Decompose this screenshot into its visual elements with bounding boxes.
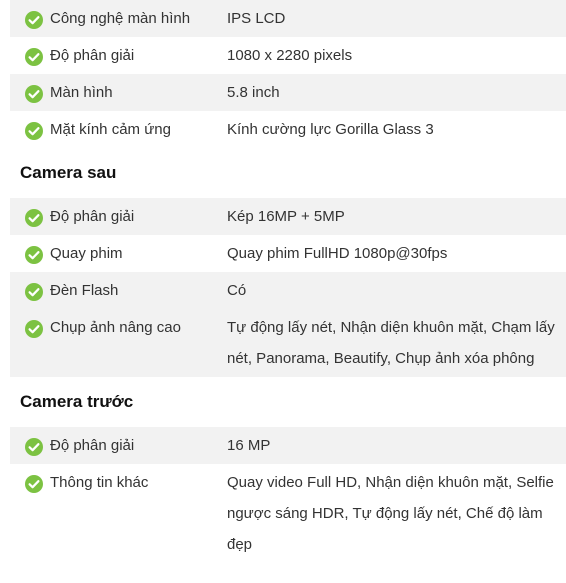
spec-label: Công nghệ màn hình [50,10,191,27]
spec-label: Thông tin khác [50,474,149,491]
check-circle-icon [25,122,43,140]
check-circle-icon [25,209,43,227]
spec-label: Mặt kính cảm ứng [50,121,171,138]
spec-row-flash: Đèn Flash Có [10,272,566,309]
spec-row-front-resolution: Độ phân giải 16 MP [10,427,566,464]
check-circle-icon [25,85,43,103]
front-camera-section: Độ phân giải 16 MP Thông tin khác Quay v… [10,427,566,563]
check-circle-icon [25,246,43,264]
spec-label: Đèn Flash [50,282,119,299]
spec-table: Công nghệ màn hình IPS LCD Độ phân giải … [0,0,566,583]
check-circle-icon [25,283,43,301]
check-circle-icon [25,475,43,493]
spec-label: Chụp ảnh nâng cao [50,319,181,336]
spec-label: Độ phân giải [50,437,135,454]
rear-camera-section: Độ phân giải Kép 16MP + 5MP Quay phim Qu… [10,198,566,377]
spec-value: Kính cường lực Gorilla Glass 3 [227,121,434,138]
check-circle-icon [25,438,43,456]
spec-value: Quay phim FullHD 1080p@30fps [227,245,448,262]
spec-row-rear-resolution: Độ phân giải Kép 16MP + 5MP [10,198,566,235]
display-section: Công nghệ màn hình IPS LCD Độ phân giải … [10,0,566,148]
spec-row-display-resolution: Độ phân giải 1080 x 2280 pixels [10,37,566,74]
spec-value: IPS LCD [227,10,286,27]
spec-row-touch-glass: Mặt kính cảm ứng Kính cường lực Gorilla … [10,111,566,148]
section-heading-front-camera: Camera trước [20,392,134,411]
spec-row-display-technology: Công nghệ màn hình IPS LCD [10,0,566,37]
check-circle-icon [25,48,43,66]
spec-row-screen-size: Màn hình 5.8 inch [10,74,566,111]
spec-row-other-info: Thông tin khác Quay video Full HD, Nhận … [10,464,566,563]
spec-row-advanced-photo: Chụp ảnh nâng cao Tự động lấy nét, Nhận … [10,309,566,377]
spec-value: 5.8 inch [227,84,280,101]
check-circle-icon [25,11,43,29]
spec-value: Kép 16MP + 5MP [227,208,345,225]
section-heading-rear-camera: Camera sau [20,163,117,182]
spec-value: 1080 x 2280 pixels [227,47,353,64]
check-circle-icon [25,320,43,338]
spec-row-video-recording: Quay phim Quay phim FullHD 1080p@30fps [10,235,566,272]
spec-value: Tự động lấy nét, Nhận diện khuôn mặt, Ch… [227,319,555,367]
spec-label: Độ phân giải [50,47,135,64]
spec-value: 16 MP [227,437,271,454]
spec-value: Có [227,282,247,299]
spec-label: Độ phân giải [50,208,135,225]
spec-label: Màn hình [50,84,113,101]
spec-value: Quay video Full HD, Nhận diện khuôn mặt,… [227,474,554,553]
spec-label: Quay phim [50,245,123,262]
